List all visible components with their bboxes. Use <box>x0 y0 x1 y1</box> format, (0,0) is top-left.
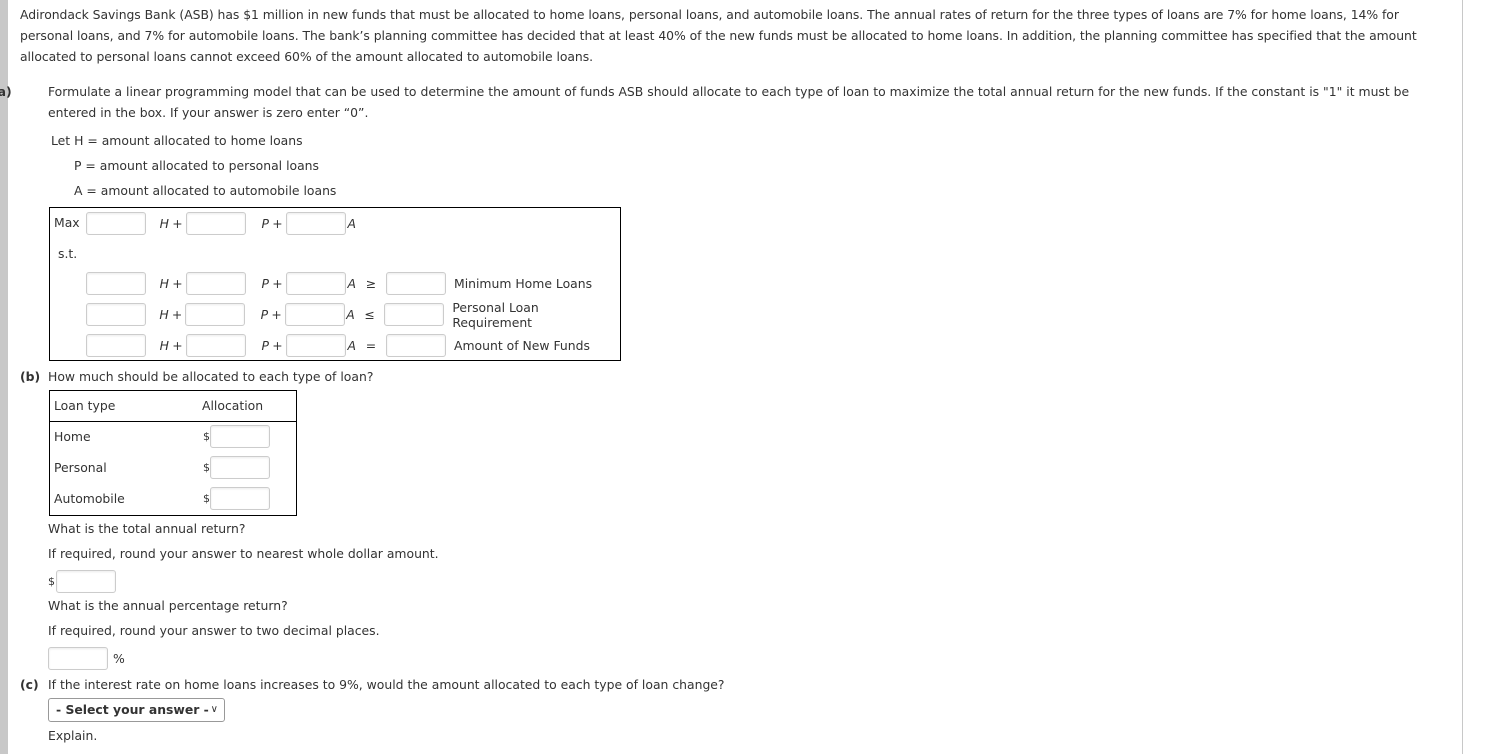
definition-text: = amount allocated to home loans <box>83 133 303 148</box>
part-b-text: How much should be allocated to each typ… <box>48 369 374 384</box>
constraint-2-coef-p-input[interactable] <box>185 303 246 326</box>
relation-sign: = <box>365 338 377 353</box>
var-a: A <box>347 276 356 291</box>
lp-model-box: Max H + P + A s.t. H + P + A ≥ Minimum H… <box>49 207 621 361</box>
constraint-1-rhs-input[interactable] <box>386 272 446 295</box>
problem-statement: Adirondack Savings Bank (ASB) has $1 mil… <box>20 7 1417 64</box>
constraint-3-coef-a-input[interactable] <box>286 334 346 357</box>
part-a-label: (a) <box>0 84 12 99</box>
currency-symbol: $ <box>203 461 210 474</box>
plus-sign: + <box>172 338 183 353</box>
allocation-table-header: Loan type Allocation <box>50 391 296 422</box>
objective-coef-p-input[interactable] <box>186 212 246 235</box>
var-p: P <box>261 338 269 353</box>
objective-label: Max <box>54 215 80 230</box>
part-c-question: (c) If the interest rate on home loans in… <box>20 674 725 695</box>
constraint-2-coef-h-input[interactable] <box>86 303 146 326</box>
pct-return-question: What is the annual percentage return? <box>48 598 288 613</box>
constraint-3-coef-p-input[interactable] <box>186 334 246 357</box>
var-h: H <box>159 338 169 353</box>
var-p: P <box>261 276 269 291</box>
pct-return-input[interactable] <box>48 647 108 670</box>
definition-var: Let H <box>51 133 84 148</box>
chevron-down-icon: ∨ <box>210 704 218 715</box>
relation-sign: ≤ <box>364 307 375 322</box>
part-c-text: If the interest rate on home loans incre… <box>48 677 725 692</box>
plus-sign: + <box>271 307 282 322</box>
definition-text: = amount allocated to automobile loans <box>82 183 337 198</box>
home-allocation-input[interactable] <box>210 425 270 448</box>
percent-symbol: % <box>113 651 125 666</box>
var-a: A <box>346 307 355 322</box>
constraint-3-coef-h-input[interactable] <box>86 334 146 357</box>
plus-sign: + <box>272 338 283 353</box>
total-return-input[interactable] <box>56 570 116 593</box>
objective-coef-a-input[interactable] <box>286 212 346 235</box>
part-a-question: (a) Formulate a linear programming model … <box>0 81 1450 123</box>
objective-coef-h-input[interactable] <box>86 212 146 235</box>
total-return-currency: $ <box>48 575 55 588</box>
table-row: Home $ <box>50 425 296 450</box>
currency-symbol: $ <box>203 430 210 443</box>
table-row: Automobile $ <box>50 487 296 512</box>
constraint-2-name: Personal Loan Requirement <box>452 299 539 330</box>
header-loan-type: Loan type <box>54 398 116 413</box>
constraint-row-3: H + P + A = Amount of New Funds <box>86 333 590 358</box>
plus-sign: + <box>172 216 183 231</box>
right-border <box>1462 0 1463 754</box>
part-a: (a) Formulate a linear programming model … <box>0 81 1450 123</box>
var-p: P <box>261 216 269 231</box>
loan-type-automobile: Automobile <box>54 491 125 506</box>
constraint-1-coef-p-input[interactable] <box>186 272 246 295</box>
select-value: - Select your answer - <box>56 702 209 717</box>
definition-P: P = amount allocated to personal loans <box>51 153 336 178</box>
variable-definitions: Let H = amount allocated to home loans P… <box>51 128 336 203</box>
loan-type-home: Home <box>54 429 91 444</box>
answer-select[interactable]: - Select your answer - ∨ <box>48 698 225 722</box>
constraint-row-2: H + P + A ≤ Personal Loan Requirement <box>86 299 620 330</box>
constraint-2-rhs-input[interactable] <box>384 303 445 326</box>
pct-return-hint: If required, round your answer to two de… <box>48 623 380 638</box>
constraint-1-name: Minimum Home Loans <box>454 276 593 291</box>
constraint-1-coef-h-input[interactable] <box>86 272 146 295</box>
definition-H: Let H = amount allocated to home loans <box>51 128 336 153</box>
automobile-allocation-input[interactable] <box>210 487 270 510</box>
currency-symbol: $ <box>203 492 210 505</box>
var-h: H <box>159 216 169 231</box>
definition-A: A = amount allocated to automobile loans <box>51 178 336 203</box>
subject-to-label: s.t. <box>58 246 78 261</box>
table-row: Personal $ <box>50 456 296 481</box>
total-return-question: What is the total annual return? <box>48 521 246 536</box>
part-b-label: (b) <box>20 369 41 384</box>
personal-allocation-input[interactable] <box>210 456 270 479</box>
constraint-3-rhs-input[interactable] <box>386 334 446 357</box>
allocation-table: Loan type Allocation Home $ Personal $ A… <box>49 390 297 516</box>
plus-sign: + <box>172 276 183 291</box>
constraint-1-coef-a-input[interactable] <box>286 272 346 295</box>
plus-sign: + <box>272 216 283 231</box>
part-c-label: (c) <box>20 677 39 692</box>
var-p: P <box>260 307 269 322</box>
header-allocation: Allocation <box>202 398 264 413</box>
relation-sign: ≥ <box>365 276 377 291</box>
question-content: Adirondack Savings Bank (ASB) has $1 mil… <box>0 0 1450 123</box>
objective-row: H + P + A <box>86 211 356 236</box>
part-a-text: Formulate a linear programming model tha… <box>48 84 1410 120</box>
explain-label: Explain. <box>48 728 98 743</box>
loan-type-personal: Personal <box>54 460 107 475</box>
var-h: H <box>159 307 169 322</box>
constraint-row-1: H + P + A ≥ Minimum Home Loans <box>86 271 592 296</box>
var-a: A <box>347 216 356 231</box>
left-border <box>0 0 8 754</box>
constraint-2-coef-a-input[interactable] <box>284 303 345 326</box>
var-h: H <box>159 276 169 291</box>
var-a: A <box>347 338 356 353</box>
plus-sign: + <box>272 276 283 291</box>
constraint-3-name: Amount of New Funds <box>454 338 590 353</box>
plus-sign: + <box>171 307 183 322</box>
part-b-question: (b) How much should be allocated to each … <box>20 366 373 387</box>
definition-text: = amount allocated to personal loans <box>81 158 319 173</box>
total-return-hint: If required, round your answer to neares… <box>48 546 439 561</box>
